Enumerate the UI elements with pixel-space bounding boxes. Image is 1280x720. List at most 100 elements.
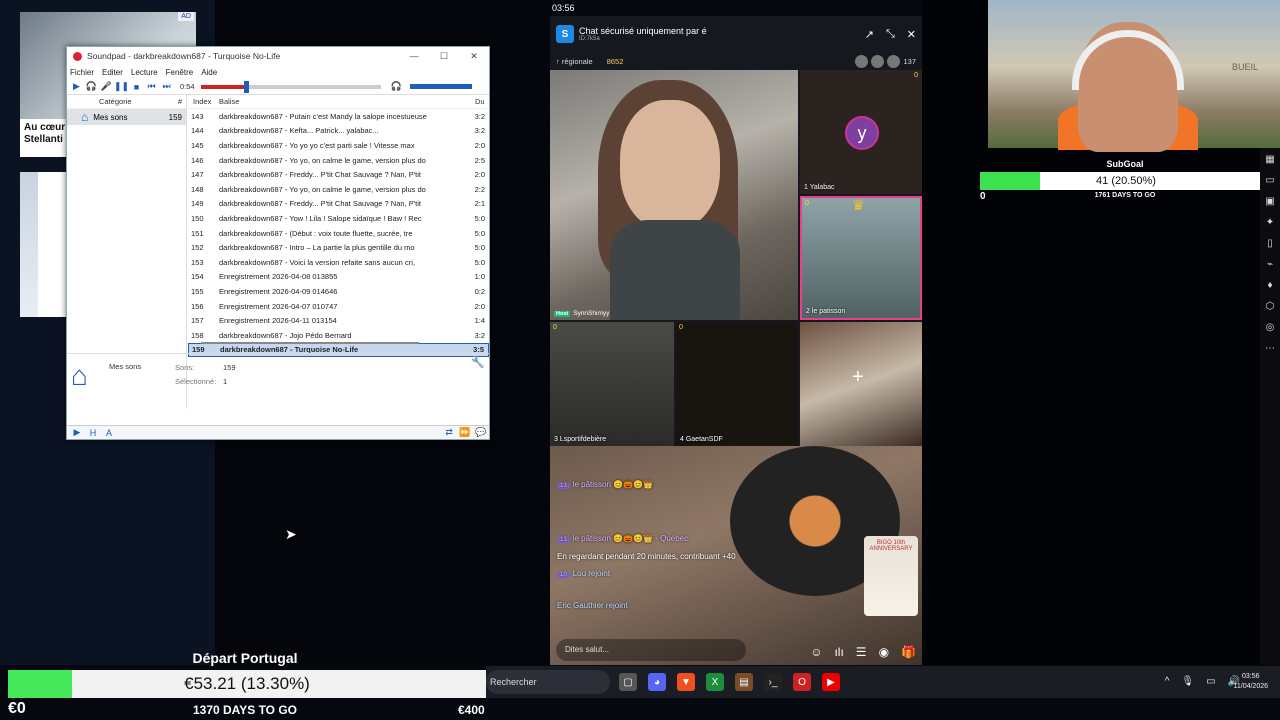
soundpad-window[interactable]: Soundpad - darkbreakdown687 - Turquoise … [66,46,490,440]
empty-seat-tile[interactable]: + [800,322,922,446]
sound-row[interactable]: 148 darkbreakdown687 - Yo yo, on calme le… [188,182,489,197]
room-title[interactable]: Chat sécurisé uniquement par é [579,26,707,36]
sound-row[interactable]: 152 darkbreakdown687 - Intro – La partie … [188,240,489,255]
sound-row[interactable]: 149 darkbreakdown687 - Freddy... P'tit Ch… [188,197,489,212]
sound-row[interactable]: 143 darkbreakdown687 - Putain c'est Mandy… [188,109,489,124]
previous-icon[interactable]: ⏮ [144,81,159,92]
brave-icon[interactable]: ▼ [677,673,695,691]
tag-column-header[interactable]: Balise [216,97,475,106]
chat-icon[interactable]: 💬 [473,427,489,438]
menu-fichier[interactable]: Fichier [70,68,94,77]
excel-icon[interactable]: X [706,673,724,691]
host-video-tile[interactable]: Host SynnShimyy [550,70,798,320]
seek-knob[interactable] [243,80,249,93]
guest-tile-2[interactable]: 0 ♛ 2 le patisson [800,196,922,320]
horizontal-scrollbar[interactable] [201,342,419,344]
youtube-icon[interactable]: ▶ [822,673,840,691]
opera-icon[interactable]: O [793,673,811,691]
dock-record-icon[interactable]: ◎ [1266,322,1275,336]
forward-icon[interactable]: ⏩ [457,427,473,438]
add-seat-icon[interactable]: + [852,366,864,389]
sound-row[interactable]: 145 darkbreakdown687 - Yo yo yo c'est par… [188,138,489,153]
chat-message[interactable]: Lou rejoint [573,569,610,578]
headset-icon[interactable]: 🎧 [389,81,404,92]
sound-row[interactable]: 154 Enregistrement 2026-04-08 013855 1:0 [188,270,489,285]
soundpad-titlebar[interactable]: Soundpad - darkbreakdown687 - Turquoise … [67,47,489,65]
tray-mic-icon[interactable]: 🎙 [1181,676,1194,687]
dock-layout-icon[interactable]: ▭ [1265,175,1274,189]
sound-row[interactable]: 156 Enregistrement 2026-04-07 010747 2:0 [188,299,489,314]
menu-icon[interactable]: ☰ [856,645,867,659]
menu-aide[interactable]: Aide [201,68,217,77]
sound-row[interactable]: 147 darkbreakdown687 - Freddy... P'tit Ch… [188,167,489,182]
viewer-count[interactable]: 137 [903,57,916,66]
promo-banner[interactable]: BIGO 10th ANNIVERSARY [864,536,918,616]
wrench-icon[interactable]: 🔧 [471,356,485,369]
audio-icon[interactable]: ılı [834,645,843,659]
terminal-icon[interactable]: ›_ [764,673,782,691]
chat-input[interactable]: Dites salut... [556,639,746,661]
index-column-header[interactable]: Index [188,97,216,106]
microphone-icon[interactable]: 🎤 [99,81,114,92]
sound-row[interactable]: 150 darkbreakdown687 - Yow ! Lila ! Salop… [188,211,489,226]
task-view-icon[interactable]: ▢ [619,673,637,691]
sound-row[interactable]: 146 darkbreakdown687 - Yo yo, on calme le… [188,153,489,168]
guest-tile-4[interactable]: 0 4 GaetanSDF [676,322,798,446]
sound-row[interactable]: 157 Enregistrement 2026-04-11 013154 1:4 [188,313,489,328]
region-tag[interactable]: ↑ régionale [556,57,593,66]
sound-row[interactable]: 155 Enregistrement 2026-04-09 014646 0:2 [188,284,489,299]
menu-lecture[interactable]: Lecture [131,68,158,77]
dock-star-icon[interactable]: ✦ [1266,217,1274,231]
bigo-live-app[interactable]: S Chat sécurisé uniquement par é ID:7k5a … [550,16,922,665]
maximize-button[interactable]: ☐ [429,51,459,62]
chat-message[interactable]: le pâtisson 😊🎃😊👑 [573,480,653,489]
emoji-icon[interactable]: ☺ [810,645,822,659]
status-h-icon[interactable]: H [85,428,101,438]
tray-chevron-icon[interactable]: ^ [1165,676,1170,687]
sound-row[interactable]: 151 darkbreakdown687 - (Début : voix tout… [188,226,489,241]
game-icon[interactable]: ◉ [879,645,889,659]
headphones-icon[interactable]: 🎧 [84,81,99,92]
viewer-avatar[interactable] [855,54,869,68]
minimize-button[interactable]: — [399,51,429,62]
guest-tile-3[interactable]: 0 3 Lsportifdebière [550,322,674,446]
winrar-icon[interactable]: ▤ [735,673,753,691]
duration-column-header[interactable]: Du [475,97,489,106]
discord-icon[interactable]: ◕ [648,673,666,691]
guest-tile-1[interactable]: 0 y 1 Yalabac [800,70,922,194]
close-icon[interactable]: ✕ [907,28,916,41]
status-a-icon[interactable]: A [101,428,117,438]
taskbar-search[interactable]: Rechercher [486,670,610,694]
category-mes-sons[interactable]: ⌂ Mes sons 159 [67,109,186,125]
status-play-icon[interactable]: ▶ [69,427,85,438]
viewer-avatar[interactable] [887,54,901,68]
minimize-icon[interactable]: ⤡ [886,28,895,41]
chat-message[interactable]: le pâtisson 😊🎃😊👑 · Québec [573,534,688,543]
chat-message[interactable]: Eric Gauthier rejoint [557,601,628,610]
volume-slider[interactable] [409,84,472,89]
seek-bar[interactable] [200,80,381,93]
share-icon[interactable]: ↗ [865,28,874,41]
menu-editer[interactable]: Editer [102,68,123,77]
dock-more-icon[interactable]: ⋯ [1265,343,1275,357]
dock-phone-icon[interactable]: ▯ [1267,238,1273,252]
dock-image-icon[interactable]: ▣ [1265,196,1274,210]
dock-link-icon[interactable]: ⌁ [1267,259,1273,273]
dock-calculator-icon[interactable]: ▦ [1265,154,1274,168]
taskbar-clock[interactable]: 03:56 11/04/2026 [1233,672,1268,692]
tray-network-icon[interactable]: ▭ [1206,676,1215,687]
repeat-icon[interactable]: ⇄ [441,427,457,438]
sound-row[interactable]: 153 darkbreakdown687 - Voici la version r… [188,255,489,270]
dock-box-icon[interactable]: ⬡ [1266,301,1275,315]
category-header[interactable]: Catégorie [99,97,132,106]
stop-icon[interactable]: ■ [129,82,144,92]
viewer-avatar[interactable] [871,54,885,68]
dock-bell-icon[interactable]: ♦ [1267,280,1272,294]
pause-icon[interactable]: ❚❚ [114,81,129,92]
next-icon[interactable]: ⏭ [159,81,174,92]
count-header[interactable]: # [178,97,182,106]
sound-row[interactable]: 158 darkbreakdown687 - Jojo Pédo Bernard 3… [188,328,489,343]
play-icon[interactable]: ▶ [69,81,84,92]
gift-icon[interactable]: 🎁 [901,645,916,659]
close-button[interactable]: ✕ [459,51,489,62]
